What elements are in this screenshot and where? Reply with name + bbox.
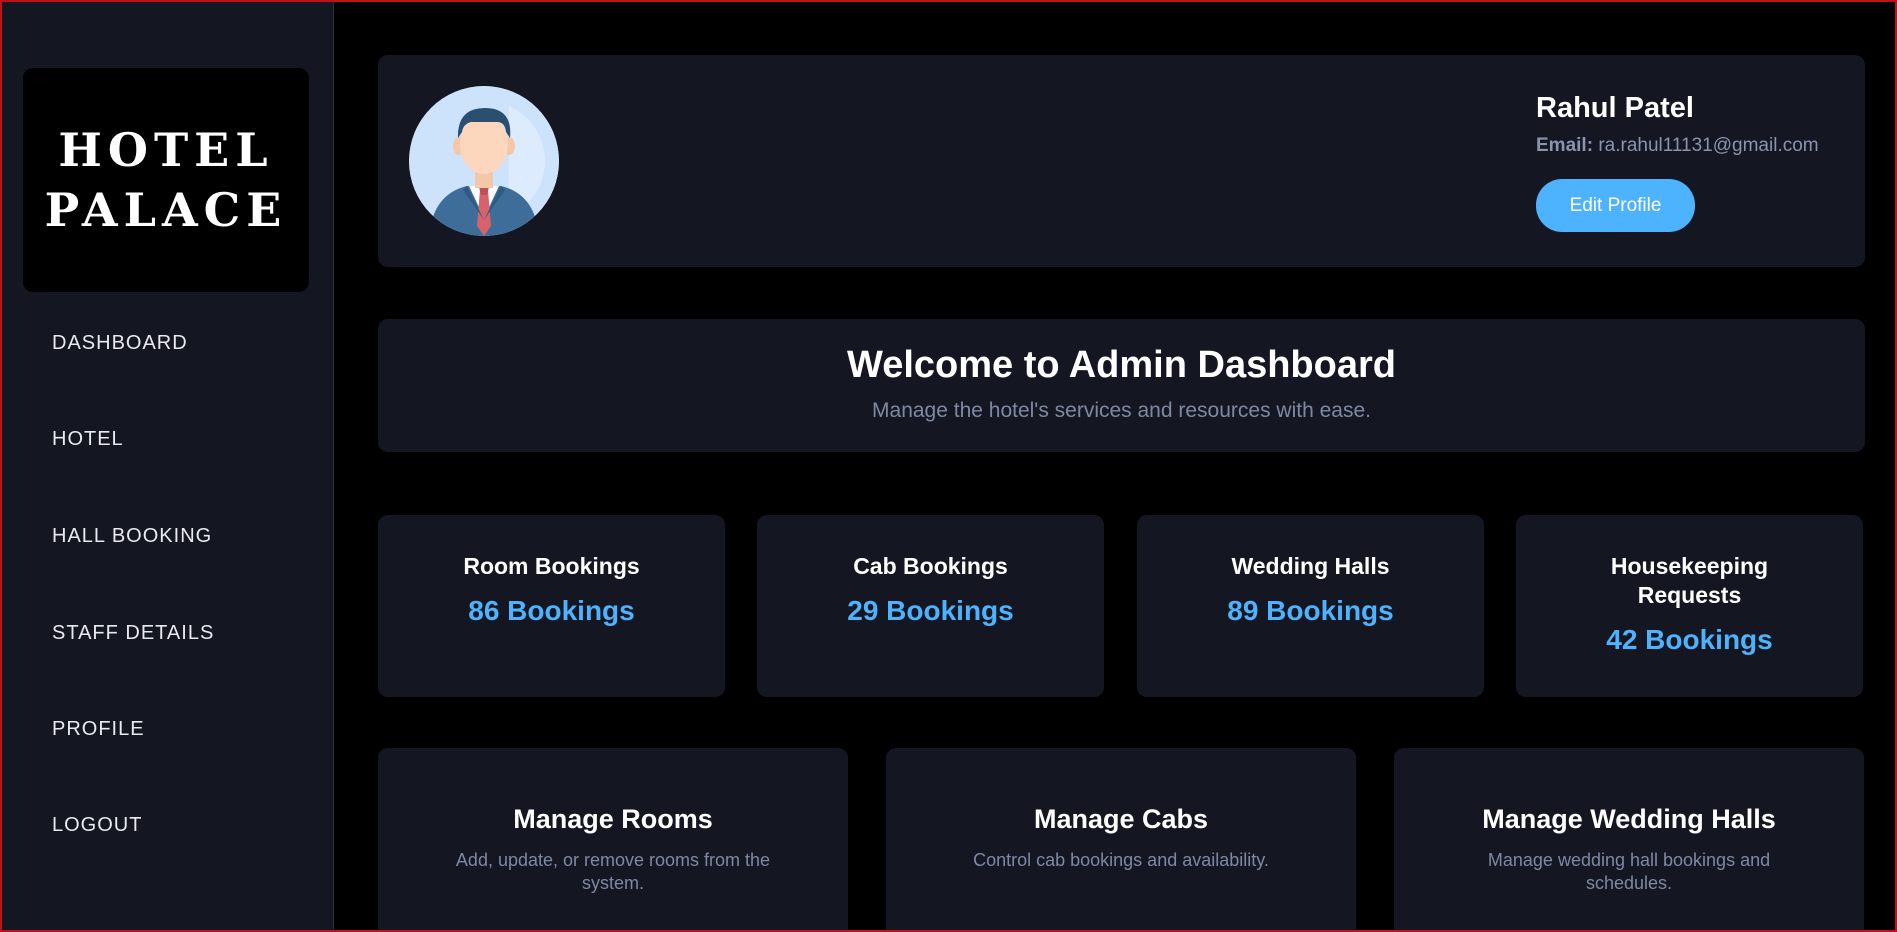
nav-hotel[interactable]: HOTEL xyxy=(52,428,124,451)
manage-wedding-halls-card[interactable]: Manage Wedding Halls Manage wedding hall… xyxy=(1394,748,1864,930)
stat-value: 29 Bookings xyxy=(847,595,1014,626)
stat-card-room-bookings[interactable]: Room Bookings 86 Bookings xyxy=(378,515,725,697)
manage-cabs-card[interactable]: Manage Cabs Control cab bookings and ava… xyxy=(886,748,1356,930)
stat-title: Wedding Halls xyxy=(1231,553,1390,579)
stat-card-housekeeping-requests[interactable]: Housekeeping Requests 42 Bookings xyxy=(1516,515,1863,697)
stat-title: Cab Bookings xyxy=(853,553,1008,579)
app-window: HOTEL PALACE DASHBOARD HOTEL HALL BOOKIN… xyxy=(0,0,1897,932)
nav-profile[interactable]: PROFILE xyxy=(52,718,145,741)
logo-line-1: HOTEL xyxy=(58,123,274,177)
nav-staff-details[interactable]: STAFF DETAILS xyxy=(52,622,214,645)
stat-value: 42 Bookings xyxy=(1606,624,1773,655)
profile-name: Rahul Patel xyxy=(1536,92,1694,124)
profile-info: Rahul Patel Email: ra.rahul11131@gmail.c… xyxy=(1536,91,1856,232)
manage-title: Manage Rooms xyxy=(513,804,713,834)
manage-rooms-card[interactable]: Manage Rooms Add, update, or remove room… xyxy=(378,748,848,930)
stat-value: 89 Bookings xyxy=(1227,595,1394,626)
logo-line-2: PALACE xyxy=(44,183,288,237)
welcome-banner: Welcome to Admin Dashboard Manage the ho… xyxy=(378,319,1865,452)
nav-logout[interactable]: LOGOUT xyxy=(52,814,142,837)
nav-dashboard[interactable]: DASHBOARD xyxy=(52,332,188,355)
welcome-subtitle: Manage the hotel's services and resource… xyxy=(872,399,1371,422)
stat-title: Room Bookings xyxy=(463,553,640,579)
manage-description: Manage wedding hall bookings and schedul… xyxy=(1487,850,1771,893)
manage-description: Control cab bookings and availability. xyxy=(973,850,1269,870)
email-value: ra.rahul11131@gmail.com xyxy=(1598,135,1819,156)
stat-value: 86 Bookings xyxy=(468,595,635,626)
manage-title: Manage Cabs xyxy=(1033,804,1209,834)
profile-card: Rahul Patel Email: ra.rahul11131@gmail.c… xyxy=(378,55,1865,267)
stat-card-wedding-halls[interactable]: Wedding Halls 89 Bookings xyxy=(1137,515,1484,697)
profile-email: Email: ra.rahul11131@gmail.com xyxy=(1536,135,1856,157)
manage-description: Add, update, or remove rooms from the sy… xyxy=(455,850,771,893)
stat-card-cab-bookings[interactable]: Cab Bookings 29 Bookings xyxy=(757,515,1104,697)
sidebar: HOTEL PALACE DASHBOARD HOTEL HALL BOOKIN… xyxy=(2,2,334,930)
welcome-title: Welcome to Admin Dashboard xyxy=(847,344,1396,386)
hotel-logo[interactable]: HOTEL PALACE xyxy=(23,68,309,292)
businessman-avatar-icon xyxy=(409,86,559,236)
stat-title: Housekeeping Requests xyxy=(1610,553,1769,608)
nav-hall-booking[interactable]: HALL BOOKING xyxy=(52,525,212,548)
edit-profile-button[interactable]: Edit Profile xyxy=(1536,179,1695,232)
email-label: Email: xyxy=(1536,135,1594,156)
manage-title: Manage Wedding Halls xyxy=(1482,804,1776,834)
